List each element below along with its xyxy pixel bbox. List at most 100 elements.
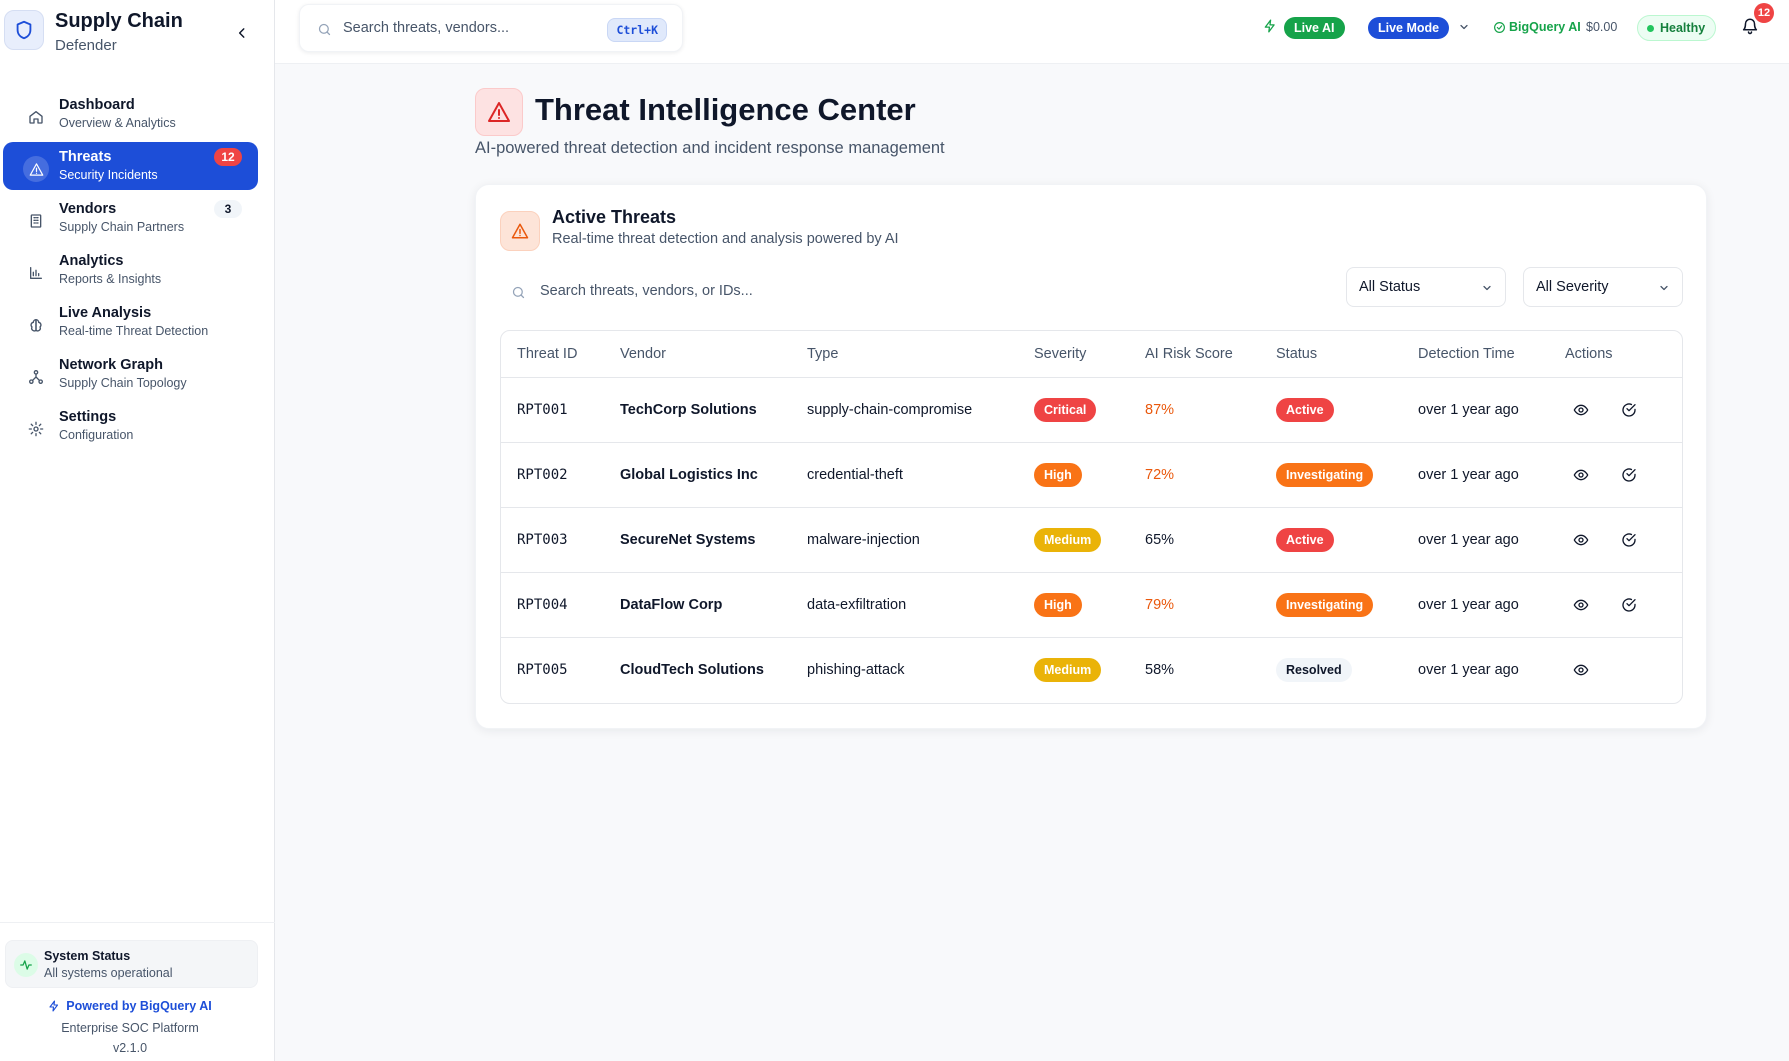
eye-icon[interactable] bbox=[1571, 530, 1591, 550]
column-header: Vendor bbox=[620, 346, 666, 362]
zap-icon bbox=[49, 1000, 59, 1012]
zap-icon bbox=[1263, 19, 1277, 33]
health-dot bbox=[1647, 25, 1654, 32]
column-header: AI Risk Score bbox=[1145, 346, 1233, 362]
threat-type: supply-chain-compromise bbox=[807, 402, 973, 418]
sidebar-item-threats[interactable]: Threats Security Incidents 12 bbox=[3, 142, 258, 190]
version-label: v2.1.0 bbox=[112, 1041, 148, 1055]
sidebar-item-desc: Supply Chain Partners bbox=[59, 220, 185, 234]
sidebar-item-desc: Real-time Threat Detection bbox=[59, 324, 209, 338]
eye-icon[interactable] bbox=[1571, 660, 1591, 680]
table-row[interactable]: RPT003 SecureNet Systems malware-injecti… bbox=[501, 508, 1682, 573]
detection-time: over 1 year ago bbox=[1418, 532, 1519, 548]
eye-icon[interactable] bbox=[1571, 465, 1591, 485]
status-badge: Investigating bbox=[1276, 593, 1374, 617]
page-subtitle: AI-powered threat detection and incident… bbox=[475, 139, 945, 157]
sidebar-item-label: Live Analysis bbox=[59, 305, 152, 321]
sidebar-item-label: Vendors bbox=[59, 201, 117, 217]
sidebar-divider bbox=[0, 922, 275, 923]
check-circle-icon[interactable] bbox=[1619, 530, 1639, 550]
sidebar-item-network-graph[interactable]: Network Graph Supply Chain Topology bbox=[3, 350, 258, 398]
brand-subtitle: Defender bbox=[55, 37, 117, 54]
sidebar-item-desc: Overview & Analytics bbox=[59, 116, 176, 130]
sidebar-item-label: Threats bbox=[59, 149, 112, 165]
live-ai-badge: Live AI bbox=[1284, 17, 1345, 39]
health-badge: Healthy bbox=[1637, 15, 1717, 41]
column-header: Severity bbox=[1034, 346, 1087, 362]
check-circle-icon[interactable] bbox=[1619, 465, 1639, 485]
risk-score: 58% bbox=[1145, 662, 1175, 678]
check-circle-icon[interactable] bbox=[1619, 400, 1639, 420]
vendor-name: SecureNet Systems bbox=[620, 532, 756, 548]
threat-id: RPT002 bbox=[517, 467, 568, 483]
sidebar-item-dashboard[interactable]: Dashboard Overview & Analytics bbox=[3, 90, 258, 138]
card-subtitle: Real-time threat detection and analysis … bbox=[552, 231, 899, 247]
live-mode-button[interactable]: Live Mode bbox=[1368, 17, 1450, 39]
status-filter-value: All Status bbox=[1359, 279, 1421, 295]
table-row[interactable]: RPT005 CloudTech Solutions phishing-atta… bbox=[501, 638, 1682, 703]
brand: Supply Chain Defender bbox=[0, 0, 275, 64]
shortcut-hint: Ctrl+K bbox=[607, 18, 667, 42]
threat-type: malware-injection bbox=[807, 532, 920, 548]
chevron-down-icon bbox=[1658, 282, 1670, 294]
global-search-input[interactable]: Search threats, vendors... Ctrl+K bbox=[299, 4, 683, 52]
system-status-title: System Status bbox=[44, 949, 131, 963]
system-status-panel: System Status All systems operational bbox=[5, 940, 258, 988]
severity-filter-select[interactable]: All Severity bbox=[1523, 267, 1683, 307]
table-row[interactable]: RPT002 Global Logistics Inc credential-t… bbox=[501, 443, 1682, 508]
brand-title: Supply Chain bbox=[55, 10, 183, 32]
check-circle-icon bbox=[1493, 21, 1506, 34]
sidebar: Supply Chain Defender Dashboard Overview… bbox=[0, 0, 275, 1061]
brain-icon bbox=[23, 312, 49, 338]
powered-by: Powered by BigQuery AI bbox=[0, 999, 260, 1013]
bigquery-cost: $0.00 bbox=[1586, 20, 1618, 34]
threat-id: RPT005 bbox=[517, 662, 568, 678]
search-icon bbox=[317, 22, 332, 37]
severity-filter-value: All Severity bbox=[1536, 279, 1609, 295]
sidebar-item-settings[interactable]: Settings Configuration bbox=[3, 402, 258, 450]
vendor-name: Global Logistics Inc bbox=[620, 467, 758, 483]
bar-chart-icon bbox=[23, 260, 49, 286]
activity-icon bbox=[14, 953, 38, 977]
vendor-name: DataFlow Corp bbox=[620, 597, 723, 613]
collapse-sidebar-button[interactable] bbox=[232, 23, 252, 43]
risk-score: 87% bbox=[1145, 402, 1175, 418]
top-bar: Search threats, vendors... Ctrl+K Live A… bbox=[275, 0, 1789, 64]
chevron-left-icon bbox=[238, 28, 245, 38]
threat-type: credential-theft bbox=[807, 467, 903, 483]
threat-search-input[interactable]: Search threats, vendors, or IDs... bbox=[500, 271, 1330, 313]
column-header: Actions bbox=[1565, 346, 1613, 362]
home-icon bbox=[23, 104, 49, 130]
severity-badge: Medium bbox=[1034, 658, 1102, 682]
sidebar-item-vendors[interactable]: Vendors Supply Chain Partners 3 bbox=[3, 194, 258, 242]
bigquery-status: BigQuery AI bbox=[1509, 20, 1581, 34]
table-row[interactable]: RPT004 DataFlow Corp data-exfiltration H… bbox=[501, 573, 1682, 638]
eye-icon[interactable] bbox=[1571, 595, 1591, 615]
sidebar-item-analytics[interactable]: Analytics Reports & Insights bbox=[3, 246, 258, 294]
eye-icon[interactable] bbox=[1571, 400, 1591, 420]
sidebar-item-desc: Supply Chain Topology bbox=[59, 376, 187, 390]
vendors-count-badge: 3 bbox=[214, 200, 242, 218]
threat-search-placeholder: Search threats, vendors, or IDs... bbox=[540, 283, 753, 299]
status-filter-select[interactable]: All Status bbox=[1346, 267, 1506, 307]
status-badge: Resolved bbox=[1276, 658, 1352, 682]
global-search-placeholder: Search threats, vendors... bbox=[343, 20, 510, 36]
check-circle-icon[interactable] bbox=[1619, 595, 1639, 615]
threats-count-badge: 12 bbox=[214, 148, 242, 166]
sidebar-item-desc: Reports & Insights bbox=[59, 272, 162, 286]
alert-triangle-icon bbox=[500, 211, 540, 251]
chevron-down-icon[interactable] bbox=[1458, 21, 1470, 33]
status-badge: Investigating bbox=[1276, 463, 1374, 487]
status-badge: Active bbox=[1276, 398, 1334, 422]
active-threats-card: Active Threats Real-time threat detectio… bbox=[475, 184, 1707, 729]
sidebar-item-label: Settings bbox=[59, 409, 117, 425]
column-header: Type bbox=[807, 346, 839, 362]
table-header: Threat ID Vendor Type Severity AI Risk S… bbox=[501, 331, 1682, 378]
network-icon bbox=[23, 364, 49, 390]
sidebar-item-desc: Configuration bbox=[59, 428, 134, 442]
vendor-name: CloudTech Solutions bbox=[620, 662, 764, 678]
system-status-desc: All systems operational bbox=[44, 966, 173, 980]
table-row[interactable]: RPT001 TechCorp Solutions supply-chain-c… bbox=[501, 378, 1682, 443]
sidebar-item-live-analysis[interactable]: Live Analysis Real-time Threat Detection bbox=[3, 298, 258, 346]
building-icon bbox=[23, 208, 49, 234]
